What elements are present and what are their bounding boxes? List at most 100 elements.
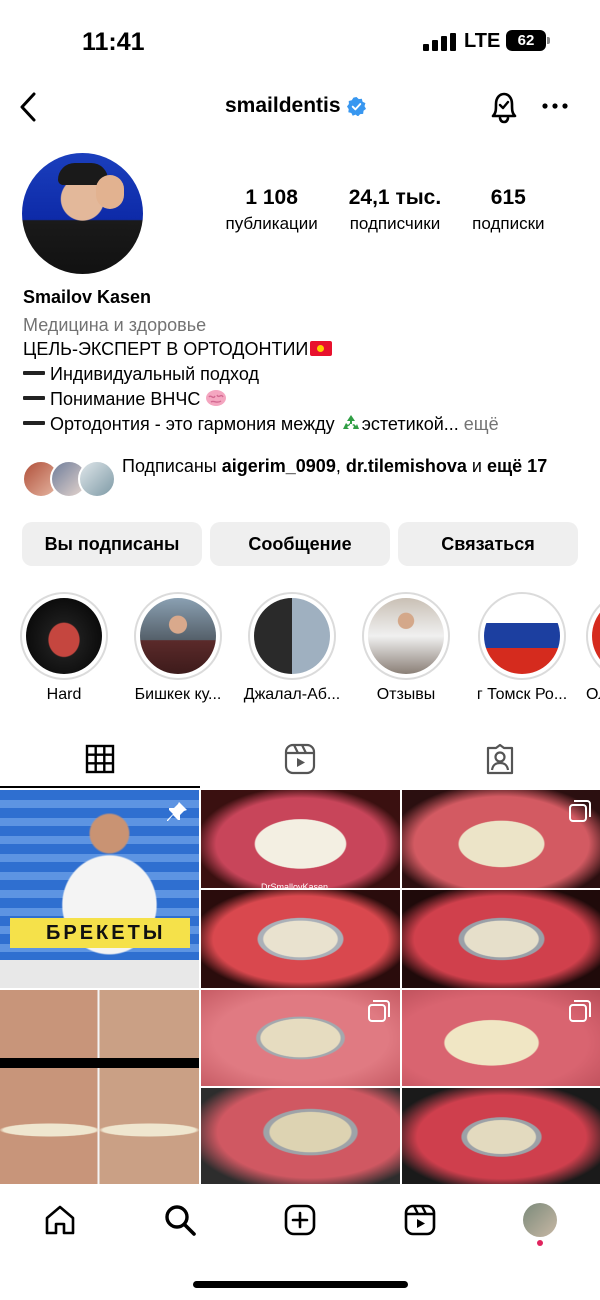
russia-flag-icon [484, 598, 560, 674]
highlight-item[interactable]: Hard [14, 592, 114, 704]
bio-line-2: Индивидуальный подход [23, 362, 583, 387]
profile-stats: 1 108 публикации 24,1 тыс. подписчики 61… [210, 186, 560, 234]
avatar [78, 460, 116, 498]
stat-following-label: подписки [472, 214, 545, 233]
post-braces-bottom [402, 1088, 600, 1184]
censor-bar [0, 1058, 199, 1068]
bio-line-3-text: Понимание ВНЧС [50, 389, 201, 409]
post-thumbnail[interactable] [201, 990, 400, 1184]
highlight-label: Джалал-Аб... [243, 686, 341, 703]
profile-header: smaildentis [0, 80, 600, 134]
highlight-label: Отзывы [376, 686, 436, 703]
profile-avatar [523, 1203, 557, 1237]
profile-username: smaildentis [225, 94, 366, 118]
post-braces-bottom [201, 1088, 400, 1184]
stat-following[interactable]: 615 подписки [472, 186, 544, 234]
search-icon [165, 1205, 196, 1236]
profile-avatar[interactable] [22, 153, 143, 274]
message-button[interactable]: Сообщение [210, 522, 390, 566]
followed-user-1[interactable]: aigerim_0909 [222, 456, 336, 476]
highlight-item[interactable]: г Томск Ро... [472, 592, 572, 704]
highlight-ring [248, 592, 336, 680]
highlight-thumbnail [140, 598, 216, 674]
following-button[interactable]: Вы подписаны [22, 522, 202, 566]
reels-icon [404, 1204, 436, 1236]
followed-user-2[interactable]: dr.tilemishova [346, 456, 467, 476]
carousel-icon [569, 800, 591, 822]
followed-prefix: Подписаны [122, 456, 222, 476]
stat-posts[interactable]: 1 108 публикации [225, 186, 317, 234]
highlight-item[interactable]: Ол [586, 592, 600, 704]
more-icon[interactable] [541, 96, 569, 116]
highlight-item[interactable]: Бишкек ку... [128, 592, 228, 704]
signal-icon [423, 33, 456, 51]
post-floor [0, 960, 199, 988]
stat-posts-label: публикации [225, 214, 318, 233]
username-text: smaildentis [225, 94, 341, 117]
highlight-label: Ол [586, 686, 600, 703]
followed-avatars [22, 460, 116, 500]
notification-dot [537, 1240, 543, 1246]
dash-icon [23, 371, 45, 375]
profile-actions: Вы подписаны Сообщение Связаться [22, 522, 578, 566]
stat-following-value: 615 [490, 186, 526, 209]
profile-name: Smailov Kasen [23, 287, 152, 307]
nav-home[interactable] [40, 1200, 80, 1240]
contact-button[interactable]: Связаться [398, 522, 578, 566]
highlight-label: Бишкек ку... [134, 686, 222, 703]
bell-icon[interactable] [487, 89, 521, 125]
highlight-thumbnail [254, 598, 330, 674]
nav-search[interactable] [160, 1200, 200, 1240]
recycle-icon [342, 415, 359, 429]
post-thumbnail[interactable] [0, 990, 199, 1184]
status-time: 11:41 [82, 28, 145, 56]
stat-followers[interactable]: 24,1 тыс. подписчики [349, 186, 441, 234]
bio-line-4: Ортодонтия - это гармония между эстетико… [23, 412, 583, 437]
bio-line-4-text: Ортодонтия - это гармония между [50, 414, 335, 434]
highlight-thumbnail [368, 598, 444, 674]
highlight-item[interactable]: Отзывы [356, 592, 456, 704]
kyrgyzstan-flag-icon [310, 341, 333, 356]
highlight-label: Hard [46, 686, 82, 703]
tab-tagged[interactable] [400, 730, 600, 788]
highlight-label: г Томск Ро... [476, 686, 568, 703]
followed-suffix: и [466, 456, 487, 476]
post-thumbnail[interactable] [402, 990, 600, 1184]
tab-reels[interactable] [200, 730, 400, 788]
status-bar: 11:41 LTE 62 [0, 0, 600, 80]
highlight-ring [478, 592, 566, 680]
carousel-icon [368, 1000, 390, 1022]
chevron-left-icon[interactable] [14, 90, 44, 124]
dash-icon [23, 421, 45, 425]
carousel-icon [569, 1000, 591, 1022]
post-thumbnail[interactable]: DrSmallovKasen [201, 790, 400, 988]
grid-icon [85, 744, 115, 774]
nav-profile[interactable] [520, 1200, 560, 1240]
bio-more-link[interactable]: ещё [464, 414, 499, 434]
home-indicator [193, 1281, 408, 1288]
bottom-nav [0, 1186, 600, 1256]
followed-by-text: Подписаны aigerim_0909, dr.tilemishova и… [122, 454, 582, 479]
bio-line-4b-text: эстетикой... [361, 414, 459, 434]
profile-category: Медицина и здоровье [23, 315, 207, 335]
brain-icon [206, 390, 227, 406]
highlight-ring [362, 592, 450, 680]
stat-posts-value: 1 108 [245, 186, 298, 209]
highlight-ring [20, 592, 108, 680]
highlight-ring [586, 592, 600, 680]
tab-posts[interactable] [0, 730, 200, 788]
post-teeth-top [201, 790, 400, 888]
highlight-ring [134, 592, 222, 680]
post-thumbnail[interactable]: БРЕКЕТЫ [0, 790, 199, 988]
nav-create[interactable] [280, 1200, 320, 1240]
highlight-item[interactable]: Джалал-Аб... [242, 592, 342, 704]
post-thumbnail[interactable] [402, 790, 600, 988]
followed-by[interactable]: Подписаны aigerim_0909, dr.tilemishova и… [22, 452, 582, 508]
followed-more[interactable]: ещё 17 [487, 456, 547, 476]
nav-reels[interactable] [400, 1200, 440, 1240]
story-highlights: Hard Бишкек ку... Джалал-Аб... Отзывы г … [0, 592, 600, 712]
highlight-thumbnail [592, 598, 600, 674]
reels-icon [284, 743, 316, 775]
bio-line-3: Понимание ВНЧС [23, 387, 583, 412]
profile-tabs [0, 730, 600, 788]
